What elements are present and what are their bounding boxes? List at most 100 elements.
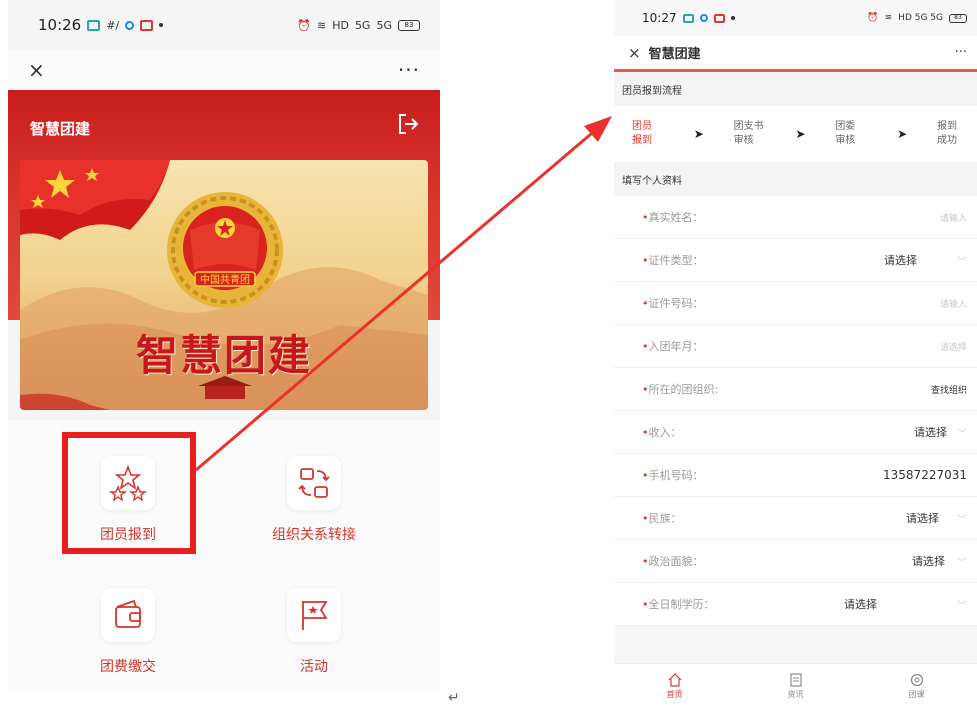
grid-item-fee-payment[interactable]: 团费缴交 bbox=[38, 588, 218, 676]
field-phone[interactable]: •手机号码： 13587227031 bbox=[614, 454, 977, 497]
chevron-down-icon: ﹀ bbox=[957, 514, 967, 526]
tab-label: 首页 bbox=[666, 690, 683, 699]
field-label: 民族： bbox=[648, 512, 682, 525]
grid-item-label: 组织关系转接 bbox=[272, 527, 356, 543]
class-icon bbox=[910, 673, 923, 687]
field-label: 证件号码： bbox=[648, 297, 704, 310]
field-income[interactable]: •收入： 请选择 ﹀ bbox=[614, 411, 977, 454]
status-indicator-hd: HD bbox=[332, 18, 349, 32]
field-label: 手机号码： bbox=[648, 469, 704, 482]
right-phone-screen: 10:27 ⏰ ≋ HD 5G 5G 83 × 智慧团建 ··· 团员报到流程 … bbox=[614, 0, 977, 709]
field-value: 请选择 bbox=[914, 426, 947, 439]
alarm-icon: ⏰ bbox=[297, 18, 311, 32]
status-bar: 10:26 #/ ⏰ ≋ HD 5G 5G 83 bbox=[8, 0, 440, 50]
vpn-icon: #/ bbox=[106, 18, 120, 32]
field-ethnicity[interactable]: •民族： 请选择 ﹀ bbox=[614, 497, 977, 540]
field-education[interactable]: •全日制学历： 请选择 ﹀ bbox=[614, 583, 977, 626]
grid-item-label: 活动 bbox=[300, 659, 328, 675]
field-political-status[interactable]: •政治面貌： 请选择 ﹀ bbox=[614, 540, 977, 583]
flag-icon bbox=[302, 601, 328, 630]
bottom-tab-bar: 首页 资讯 团课 bbox=[614, 663, 977, 709]
field-placeholder: 请输入 bbox=[939, 213, 967, 224]
tab-class[interactable]: 团课 bbox=[887, 673, 947, 700]
alarm-icon: ⏰ bbox=[867, 13, 879, 23]
field-label: 真实姓名： bbox=[648, 211, 704, 224]
signal-icon: 5G bbox=[354, 18, 371, 32]
banner-title: 智慧团建 bbox=[135, 331, 312, 380]
signal-icon-2: 5G bbox=[376, 18, 392, 32]
news-icon bbox=[789, 673, 802, 687]
field-id-number[interactable]: •证件号码： 请输入 bbox=[614, 282, 977, 325]
step-committee-review: 团委 审核 bbox=[835, 121, 856, 146]
field-label: 收入： bbox=[648, 426, 682, 439]
signal-icon: HD 5G 5G bbox=[898, 13, 943, 23]
field-placeholder: 请输入 bbox=[939, 299, 967, 310]
function-grid: 团员报到 组织关系转接 团费缴交 活动 bbox=[8, 420, 440, 690]
status-bar: 10:27 ⏰ ≋ HD 5G 5G 83 bbox=[614, 0, 977, 36]
field-label: 入团年月： bbox=[648, 340, 704, 353]
field-label: 证件类型： bbox=[648, 254, 704, 267]
left-phone-screen: 10:26 #/ ⏰ ≋ HD 5G 5G 83 × ··· 智慧团建 中国共青… bbox=[8, 0, 440, 690]
banner-image: 中国共青团 智慧团建 bbox=[20, 160, 428, 410]
grid-item-activity[interactable]: 活动 bbox=[224, 588, 404, 676]
field-label: 所在的团组织: bbox=[648, 383, 719, 396]
app-title: 智慧团建 bbox=[30, 120, 91, 138]
red-app-icon bbox=[713, 13, 725, 23]
field-id-type[interactable]: •证件类型： 请选择 ﹀ bbox=[614, 239, 977, 282]
tab-news[interactable]: 资讯 bbox=[766, 673, 826, 700]
chevron-down-icon: ﹀ bbox=[957, 428, 967, 440]
home-icon bbox=[668, 673, 681, 687]
webview-nav-bar: × 智慧团建 ··· bbox=[614, 36, 977, 72]
form-section-title: 填写个人资料 bbox=[614, 162, 977, 196]
flow-section-title: 团员报到流程 bbox=[614, 72, 977, 106]
battery-icon: 83 bbox=[398, 19, 420, 31]
chevron-down-icon: ﹀ bbox=[957, 600, 967, 612]
logout-icon[interactable] bbox=[396, 112, 420, 136]
paragraph-return-mark: ↵ bbox=[448, 690, 460, 706]
app-notification-icon bbox=[682, 13, 694, 23]
more-menu-icon[interactable]: ··· bbox=[955, 45, 967, 60]
field-value: 请选择 bbox=[844, 598, 877, 611]
red-app-icon bbox=[140, 19, 154, 31]
tab-label: 团课 bbox=[908, 690, 925, 699]
step-arrow-icon: ➤ bbox=[897, 127, 908, 141]
app-notification-icon bbox=[87, 19, 101, 31]
find-organization-link[interactable]: 查找组织 bbox=[931, 383, 967, 396]
field-real-name[interactable]: •真实姓名： 请输入 bbox=[614, 196, 977, 239]
field-join-date[interactable]: •入团年月： 请选择 bbox=[614, 325, 977, 368]
wifi-icon: ≋ bbox=[316, 18, 327, 32]
close-icon[interactable]: × bbox=[628, 44, 641, 62]
chevron-down-icon: ﹀ bbox=[957, 256, 967, 268]
more-notifications-dot bbox=[730, 16, 735, 20]
step-member-report: 团员 报到 bbox=[632, 121, 652, 146]
field-value: 请选择 bbox=[912, 555, 945, 568]
grid-item-label: 团费缴交 bbox=[100, 659, 156, 675]
webview-nav-bar: × ··· bbox=[8, 50, 440, 90]
grid-item-org-transfer[interactable]: 组织关系转接 bbox=[224, 456, 404, 544]
status-time: 10:26 bbox=[38, 16, 82, 34]
step-arrow-icon: ➤ bbox=[795, 127, 806, 141]
more-menu-icon[interactable]: ··· bbox=[398, 58, 420, 82]
close-icon[interactable]: × bbox=[28, 58, 45, 82]
field-value: 请选择 bbox=[906, 512, 939, 525]
youth-league-emblem-icon bbox=[167, 192, 283, 308]
transfer-icon bbox=[298, 468, 330, 498]
step-arrow-icon: ➤ bbox=[693, 127, 704, 141]
step-secretary-review: 团支书 审核 bbox=[733, 121, 764, 146]
page-title: 智慧团建 bbox=[648, 47, 701, 62]
tab-label: 资讯 bbox=[787, 690, 804, 699]
field-label: 全日制学历： bbox=[648, 598, 715, 611]
field-value: 请选择 bbox=[884, 254, 917, 267]
circle-notification-icon bbox=[125, 20, 135, 30]
tab-home[interactable]: 首页 bbox=[645, 673, 705, 700]
highlight-annotation-box bbox=[62, 432, 196, 554]
emblem-text: 中国共青团 bbox=[200, 273, 250, 286]
report-flow-steps: 团员 报到 ➤ 团支书 审核 ➤ 团委 审核 ➤ 报到 成功 bbox=[614, 106, 977, 162]
status-time: 10:27 bbox=[642, 11, 677, 25]
field-organization[interactable]: •所在的团组织: 查找组织 bbox=[614, 368, 977, 411]
field-label: 政治面貌： bbox=[648, 555, 704, 568]
chevron-down-icon: ﹀ bbox=[957, 557, 967, 569]
circle-notification-icon bbox=[699, 14, 708, 22]
field-value: 13587227031 bbox=[883, 468, 967, 482]
wifi-icon: ≋ bbox=[884, 13, 893, 23]
